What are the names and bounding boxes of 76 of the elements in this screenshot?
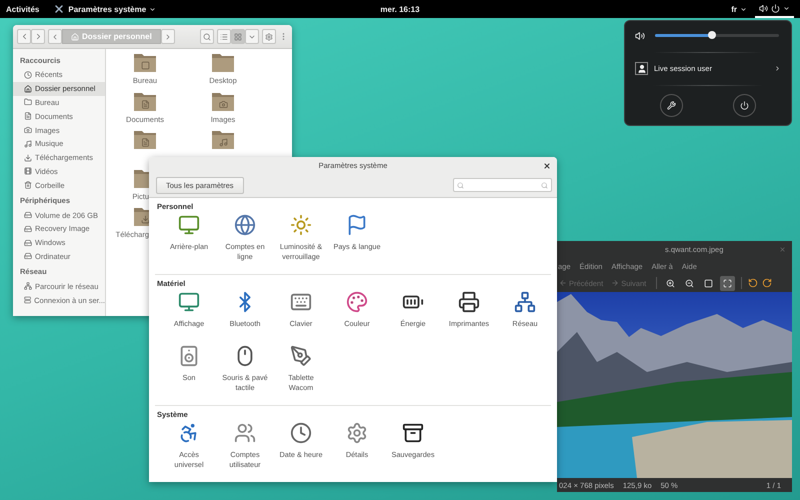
network-icon[interactable]	[514, 291, 536, 313]
x-logo-icon	[53, 3, 66, 15]
clock[interactable]: mer. 16:13	[380, 4, 420, 14]
folder-icon	[24, 98, 32, 106]
drive-icon	[24, 211, 32, 220]
clock-icon	[24, 70, 32, 79]
fit-icon	[723, 278, 732, 288]
monitor-icon[interactable]	[178, 214, 200, 236]
left-arrow-icon	[559, 279, 567, 287]
forward-button[interactable]	[31, 29, 45, 44]
music-note-icon	[24, 140, 32, 148]
monitor-icon[interactable]	[178, 291, 200, 313]
tool-button[interactable]	[720, 276, 736, 290]
search-icon	[457, 182, 464, 188]
power-icon	[771, 4, 780, 12]
document-icon	[24, 112, 32, 120]
caret-icon	[740, 6, 747, 12]
camera-icon	[24, 126, 32, 134]
printer-icon[interactable]	[458, 291, 480, 313]
home-icon	[24, 84, 32, 93]
caret-icon	[783, 4, 790, 12]
search-field[interactable]	[453, 178, 552, 192]
users-icon[interactable]	[234, 422, 256, 444]
pen-icon[interactable]	[290, 345, 312, 367]
list-icon	[220, 32, 228, 40]
square-icon	[704, 278, 714, 288]
search-icon	[203, 32, 211, 40]
trash-icon	[24, 181, 32, 190]
grid-icon	[234, 32, 242, 40]
globe-icon[interactable]	[234, 214, 256, 236]
folder-icon[interactable]	[133, 205, 149, 227]
activities-button[interactable]: Activités	[6, 4, 40, 14]
list-view-button[interactable]	[217, 29, 231, 44]
speaker-icon[interactable]	[178, 345, 200, 367]
clock-icon[interactable]	[290, 422, 312, 444]
search-button[interactable]	[200, 29, 214, 44]
rotate-right-icon[interactable]	[762, 278, 772, 288]
home-icon	[71, 32, 79, 40]
slider-handle[interactable]	[708, 31, 716, 40]
volume-slider[interactable]	[655, 34, 779, 38]
sun-icon[interactable]	[290, 214, 312, 236]
gear-icon	[265, 32, 273, 40]
folder-icon[interactable]	[211, 128, 235, 150]
film-icon	[24, 167, 32, 176]
folder-icon[interactable]	[211, 51, 235, 73]
network-icon	[24, 282, 32, 290]
drive-icon	[24, 224, 32, 233]
drive-icon	[24, 238, 32, 247]
settings-button[interactable]	[660, 94, 683, 117]
power-button[interactable]	[733, 94, 756, 117]
keyboard-icon[interactable]	[290, 291, 312, 313]
wrench-icon	[667, 101, 676, 110]
gear-icon[interactable]	[346, 422, 368, 444]
right-arrow-icon	[611, 279, 620, 287]
server-icon	[24, 296, 32, 304]
caret-icon	[149, 6, 156, 12]
drive-icon	[24, 252, 32, 260]
grid-view-button[interactable]	[231, 29, 245, 44]
chevron-left-icon	[51, 32, 59, 40]
palette-icon[interactable]	[346, 291, 368, 313]
zoom-in-icon	[666, 278, 676, 288]
download-icon	[24, 154, 32, 162]
search-icon	[541, 182, 548, 188]
zoom-out-icon	[685, 278, 694, 288]
folder-icon[interactable]	[133, 51, 157, 73]
rotate-left-icon[interactable]	[748, 278, 758, 288]
flag-icon[interactable]	[346, 214, 368, 236]
speaker-icon	[759, 4, 768, 12]
language-menu[interactable]: fr	[727, 0, 751, 18]
archive-icon[interactable]	[402, 422, 424, 444]
folder-icon[interactable]	[133, 128, 157, 150]
close-icon[interactable]	[543, 162, 551, 170]
power-icon	[740, 101, 749, 110]
app-menu[interactable]: Paramètres système	[53, 3, 156, 15]
speaker-icon	[635, 30, 645, 41]
back-button[interactable]	[17, 29, 31, 44]
